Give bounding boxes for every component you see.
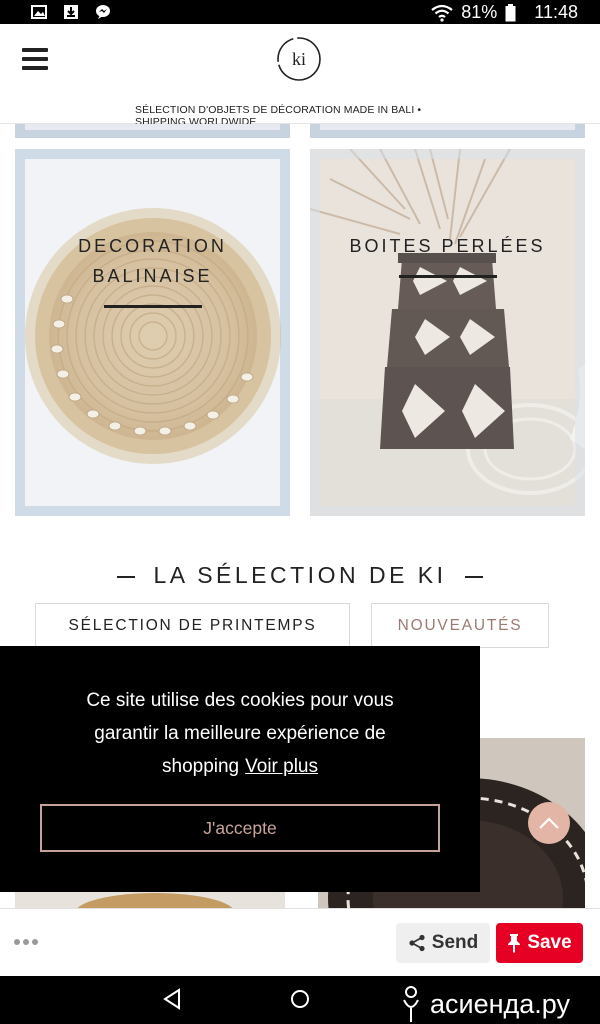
cookie-more-link[interactable]: Voir plus [245,756,318,777]
menu-icon[interactable] [22,48,48,70]
download-icon [64,5,78,19]
watermark: асиенда.ру [398,984,570,1024]
back-icon[interactable] [162,988,182,1010]
chevron-up-icon [539,817,559,829]
tab-nouveautes[interactable]: NOUVEAUTÉS [371,603,549,648]
share-icon [409,934,425,952]
title-underline [104,305,202,308]
section-title: LA SÉLECTION DE KI [0,562,600,589]
pin-icon [508,934,521,953]
card-title: BOITES PERLÉES [349,236,546,256]
tab-selection-printemps[interactable]: SÉLECTION DE PRINTEMPS [35,603,350,648]
cookie-accept-button[interactable]: J'accepte [40,804,440,852]
card-title: DECORATION BALINAISE [78,236,227,286]
previous-card-edge [310,124,585,138]
battery-icon [505,3,516,21]
site-header: ki SÉLECTION D'OBJETS DE DÉCORATION MADE… [0,24,600,128]
logo-text: ki [292,49,306,69]
home-icon[interactable] [289,988,311,1010]
beaded-boxes-image [310,149,585,516]
send-button[interactable]: Send [396,923,490,963]
cookie-message: Ce site utilise des cookies pour vous ga… [86,690,394,777]
more-options-icon[interactable] [14,939,38,945]
cookie-banner: Ce site utilise des cookies pour vous ga… [0,646,480,892]
ki-logo[interactable]: ki [276,36,322,82]
messenger-icon [96,5,110,19]
category-card-decoration-balinaise[interactable]: DECORATION BALINAISE [15,149,290,516]
woven-basket-image [25,159,281,506]
battery-percent: 81% [461,2,498,22]
save-button[interactable]: Save [496,923,583,963]
previous-card-edge [15,124,290,138]
category-card-boites-perlees[interactable]: BOITES PERLÉES [310,149,585,516]
watermark-logo-icon [403,986,419,1022]
wifi-icon [431,4,453,22]
clock: 11:48 [534,2,578,22]
status-bar: 81% 11:48 [0,0,600,24]
title-underline [399,275,497,278]
share-bar: Send Save [0,908,600,976]
scroll-to-top-button[interactable] [528,802,570,844]
image-icon [31,5,47,19]
